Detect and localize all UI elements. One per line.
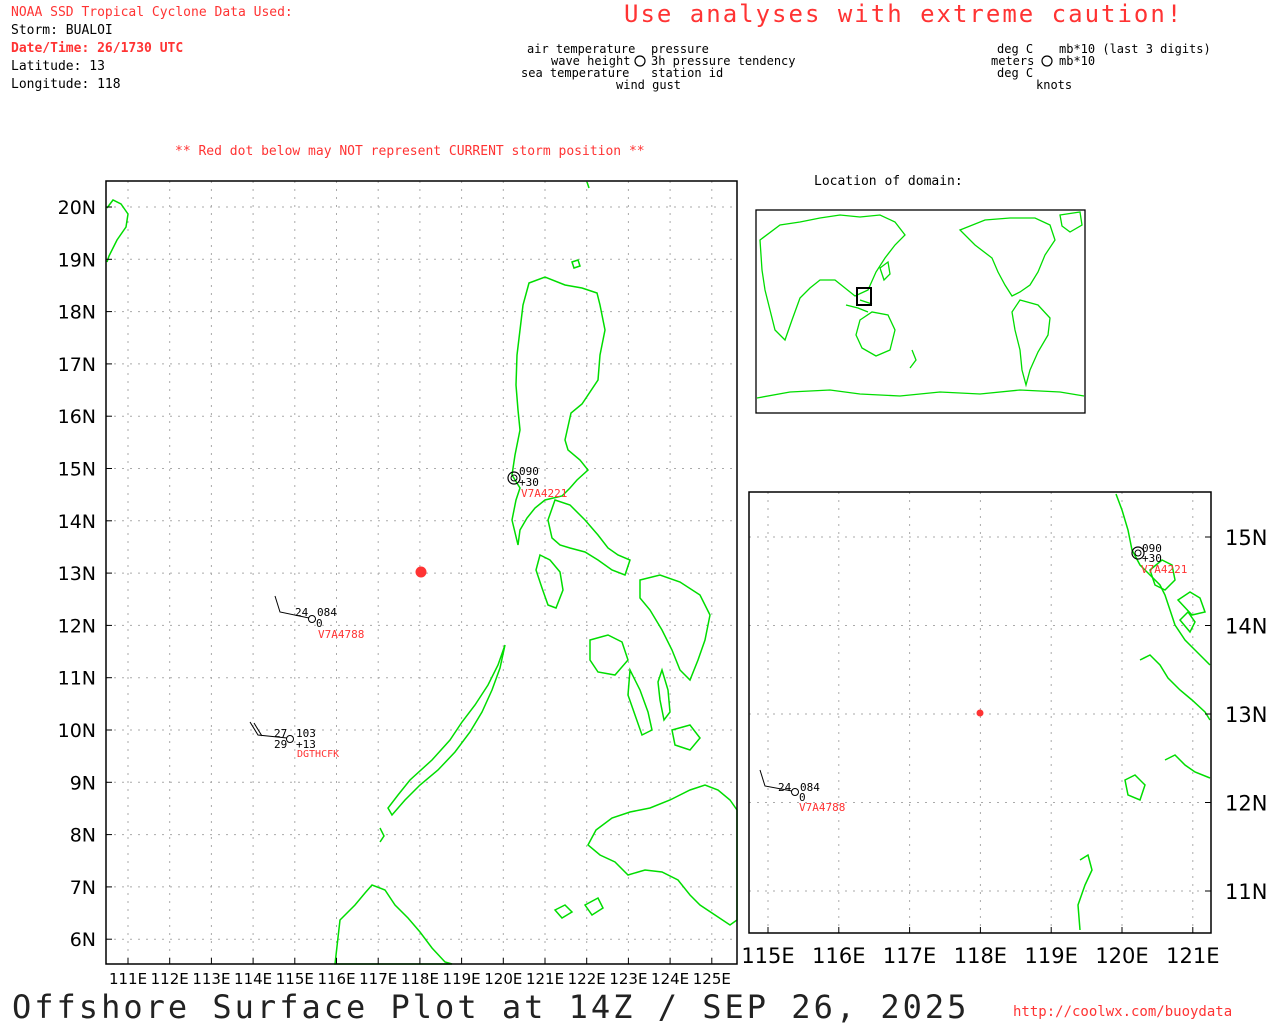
station-marker-inner	[1134, 549, 1142, 557]
lat-label: 12N	[58, 615, 96, 637]
lat-label: 10N	[58, 720, 96, 742]
lat-label: 9N	[70, 772, 96, 794]
station-dgthcfk-sea-temp: 29	[274, 738, 288, 751]
lat-label: 7N	[70, 877, 96, 899]
lon-label: 120E	[484, 970, 522, 988]
zoom-lon-label: 119E	[1025, 944, 1078, 968]
lat-label: 17N	[58, 354, 96, 376]
zoom-lat-label: 13N	[1225, 703, 1267, 727]
station-dgthcfk-id: DGTHCFK	[297, 749, 340, 760]
main-lat-labels: 20N 19N 18N 17N 16N 15N 14N 13N 12N 11N 10N 9N 8N 7N 6…	[58, 197, 112, 951]
main-lon-labels: 111E 112E 113E 114E 115E 116E 117E 118E 119E 120E…	[109, 958, 731, 988]
lat-label: 8N	[70, 825, 96, 847]
lon-label: 117E	[359, 970, 397, 988]
lon-label: 111E	[109, 970, 147, 988]
zoom-lat-label: 12N	[1225, 792, 1267, 816]
inset-map-frame	[755, 209, 1086, 414]
zoom-station-v7a4788-air-temp: 24	[778, 781, 792, 794]
lon-label: 113E	[192, 970, 230, 988]
lat-label: 20N	[58, 197, 96, 219]
zoom-lon-label: 117E	[883, 944, 936, 968]
zoom-station-v7a4221-id: V7A4221	[1141, 563, 1188, 576]
zoom-lon-label: 116E	[812, 944, 865, 968]
lon-label: 123E	[609, 970, 647, 988]
plot-title: Offshore Surface Plot at 14Z / SEP 26, 2…	[12, 988, 970, 1026]
lat-label: 18N	[58, 302, 96, 324]
zoom-lon-label: 120E	[1095, 944, 1148, 968]
zoom-lat-label: 14N	[1225, 615, 1267, 639]
zoom-lat-label: 11N	[1225, 880, 1267, 904]
lon-label: 115E	[276, 970, 314, 988]
lon-label: 121E	[526, 970, 564, 988]
zoom-lat-label: 15N	[1225, 526, 1267, 550]
inset-coastlines	[756, 211, 1085, 399]
lon-label: 125E	[693, 970, 731, 988]
storm-position-dot	[415, 566, 427, 578]
lon-label: 112E	[151, 970, 189, 988]
lon-label: 119E	[443, 970, 481, 988]
lon-label: 124E	[651, 970, 689, 988]
zoom-storm-position-dot	[976, 709, 984, 717]
main-map: 20N 19N 18N 17N 16N 15N 14N 13N 12N 11N 10N 9N 8N 7N 6…	[58, 180, 738, 988]
station-marker	[308, 615, 316, 623]
zoom-lon-label: 115E	[741, 944, 794, 968]
lon-label: 114E	[234, 970, 272, 988]
zoom-station-v7a4788-id: V7A4788	[799, 801, 846, 814]
legend-station-circle-units	[1041, 55, 1053, 67]
source-url[interactable]: http://coolwx.com/buoydata	[1013, 1004, 1232, 1020]
lon-label: 122E	[568, 970, 606, 988]
map-canvas: 20N 19N 18N 17N 16N 15N 14N 13N 12N 11N 10N 9N 8N 7N 6…	[58, 55, 1267, 988]
lat-label: 14N	[58, 511, 96, 533]
lat-label: 19N	[58, 249, 96, 271]
station-v7a4221-id: V7A4221	[521, 487, 568, 500]
lat-label: 13N	[58, 563, 96, 585]
lat-label: 11N	[58, 668, 96, 690]
lon-label: 118E	[401, 970, 439, 988]
lon-label: 116E	[317, 970, 355, 988]
zoom-lon-label: 121E	[1166, 944, 1219, 968]
lat-label: 16N	[58, 406, 96, 428]
zoom-map: 15N 14N 13N 12N 11N 115E 116E 117E 118E 119E 120E…	[741, 491, 1267, 968]
zoom-lon-label: 118E	[954, 944, 1007, 968]
station-v7a4788-id: V7A4788	[318, 628, 365, 641]
legend-station-circle	[634, 55, 646, 67]
lat-label: 15N	[58, 459, 96, 481]
inset-world-map	[755, 209, 1086, 414]
lat-label: 6N	[70, 929, 96, 951]
station-marker	[286, 735, 294, 743]
station-marker	[791, 788, 799, 796]
station-v7a4788-air-temp: 24	[295, 606, 309, 619]
zoom-lat-labels: 15N 14N 13N 12N 11N	[1205, 526, 1267, 904]
